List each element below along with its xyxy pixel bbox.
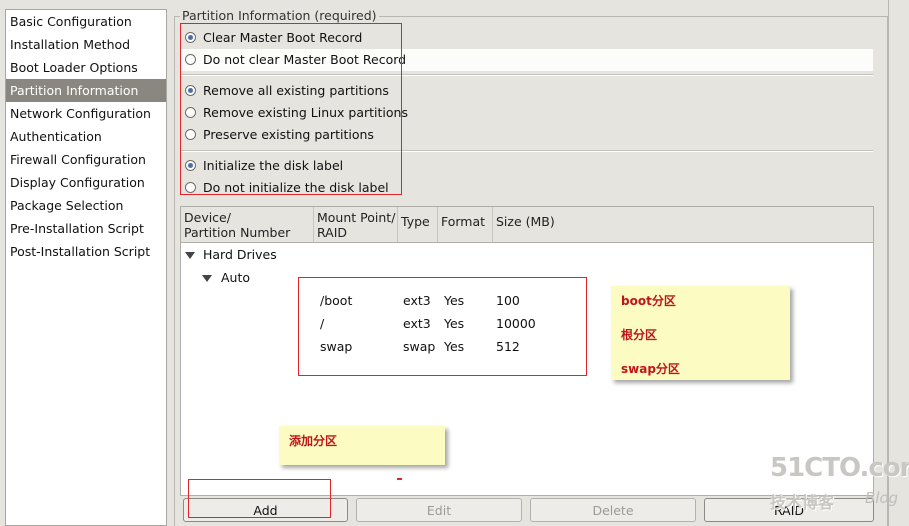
sidebar-item-partition-information[interactable]: Partition Information xyxy=(6,79,166,102)
expander-icon[interactable] xyxy=(185,252,195,259)
edit-button[interactable]: Edit xyxy=(356,498,522,522)
sidebar-item-post-installation-script[interactable]: Post-Installation Script xyxy=(6,240,166,263)
watermark-logo: 51CTO.com xyxy=(770,453,909,483)
watermark-subtitle: 技术博客 xyxy=(770,493,835,512)
options-highlight-box xyxy=(180,23,402,195)
watermark-blog: Blog xyxy=(865,489,899,507)
col-mount-header[interactable]: Mount Point/ RAID xyxy=(314,207,398,242)
partition-table-header: Device/ Partition Number Mount Point/ RA… xyxy=(181,207,873,243)
add-note-text: 添加分区 xyxy=(289,434,338,448)
sidebar-item-pre-installation-script[interactable]: Pre-Installation Script xyxy=(6,217,166,240)
sidebar-item-boot-loader-options[interactable]: Boot Loader Options xyxy=(6,56,166,79)
red-mark xyxy=(397,478,402,480)
col-device-header[interactable]: Device/ Partition Number xyxy=(181,207,314,242)
root-note-text: 根分区 xyxy=(621,328,658,342)
sidebar: Basic Configuration Installation Method … xyxy=(5,9,167,526)
add-highlight-box xyxy=(188,479,331,518)
boot-note-text: boot分区 xyxy=(621,294,676,308)
expander-icon[interactable] xyxy=(202,275,212,282)
sidebar-item-basic-configuration[interactable]: Basic Configuration xyxy=(6,10,166,33)
delete-button[interactable]: Delete xyxy=(530,498,696,522)
sidebar-item-network-configuration[interactable]: Network Configuration xyxy=(6,102,166,125)
tree-auto-label: Auto xyxy=(221,270,251,285)
partition-annotation-note: boot分区 根分区 swap分区 xyxy=(611,286,790,380)
col-type-header[interactable]: Type xyxy=(398,207,438,242)
sidebar-item-display-configuration[interactable]: Display Configuration xyxy=(6,171,166,194)
tree-hard-drives-label: Hard Drives xyxy=(203,247,277,262)
col-format-header[interactable]: Format xyxy=(438,207,493,242)
swap-note-text: swap分区 xyxy=(621,362,680,376)
sidebar-item-authentication[interactable]: Authentication xyxy=(6,125,166,148)
add-annotation-note: 添加分区 xyxy=(279,426,445,465)
sidebar-item-firewall-configuration[interactable]: Firewall Configuration xyxy=(6,148,166,171)
right-panel-edge xyxy=(888,0,909,526)
frame-title: Partition Information (required) xyxy=(180,8,379,24)
sidebar-item-package-selection[interactable]: Package Selection xyxy=(6,194,166,217)
sidebar-item-installation-method[interactable]: Installation Method xyxy=(6,33,166,56)
col-size-header[interactable]: Size (MB) xyxy=(493,207,873,242)
partitions-highlight-box xyxy=(298,277,587,376)
